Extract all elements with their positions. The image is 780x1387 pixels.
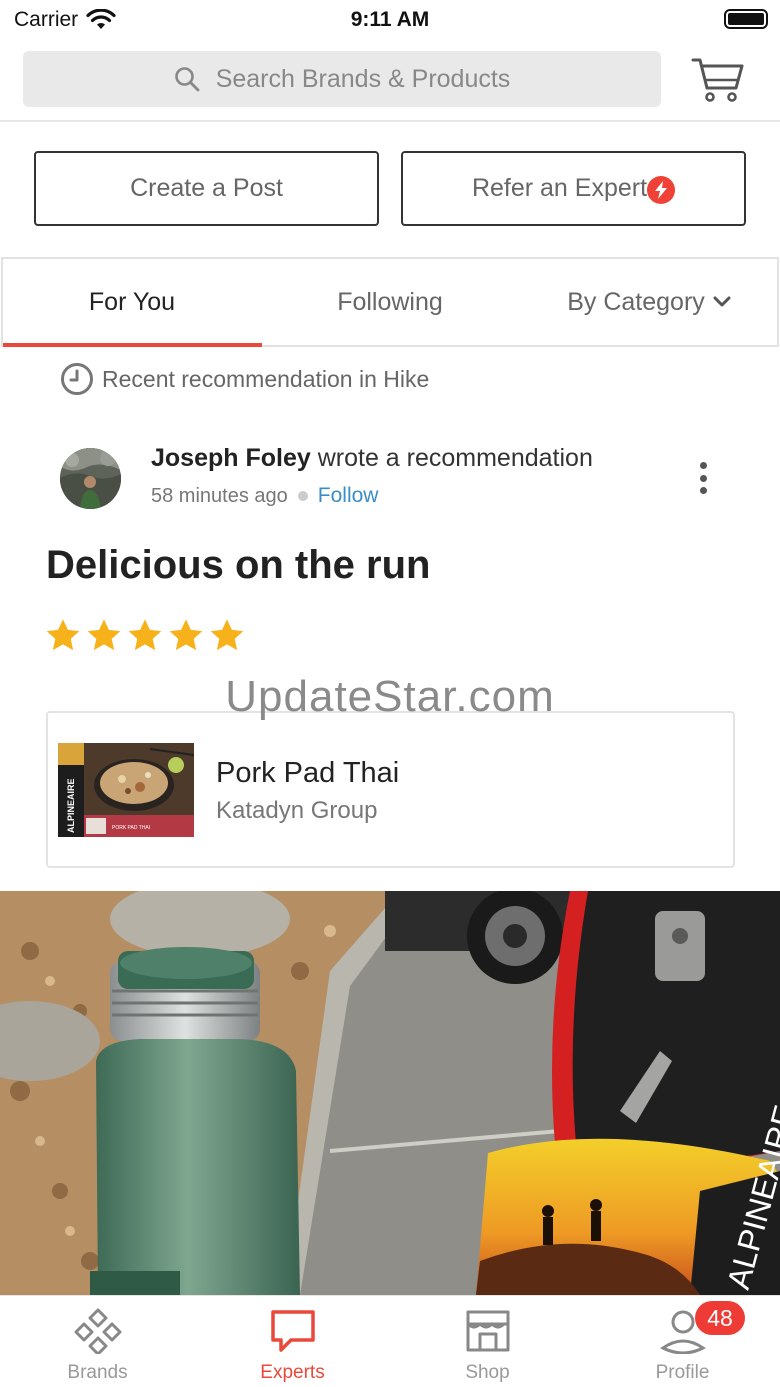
- tabbar-item-brands[interactable]: Brands: [0, 1296, 195, 1387]
- product-card[interactable]: ALPINEAIRE PORK PAD THAI Pork Pad Thai K…: [46, 711, 735, 868]
- tabbar-experts-label: Experts: [260, 1362, 325, 1383]
- tabbar-profile-label: Profile: [655, 1362, 710, 1383]
- tabbar-item-shop[interactable]: Shop: [390, 1296, 585, 1387]
- brands-icon: [74, 1308, 121, 1354]
- create-post-label: Create a Post: [130, 174, 283, 202]
- search-placeholder: Search Brands & Products: [215, 64, 511, 93]
- star-icon: [210, 619, 244, 651]
- post-photo[interactable]: ALPINEAIRE: [0, 891, 780, 1295]
- star-icon: [128, 619, 162, 651]
- svg-text:ALPINEAIRE: ALPINEAIRE: [66, 778, 76, 833]
- product-name: Pork Pad Thai: [216, 757, 400, 789]
- context-text: Recent recommendation in Hike: [102, 365, 430, 392]
- tab-by-category-label: By Category: [567, 287, 705, 316]
- bottom-tab-bar: Brands Experts Shop Profile 48: [0, 1295, 780, 1387]
- more-dots-icon: [699, 462, 707, 469]
- post-meta: 58 minutes ago Follow: [151, 484, 378, 508]
- status-bar: Carrier 9:11 AM: [0, 0, 780, 40]
- product-brand: Katadyn Group: [216, 797, 378, 824]
- feed-tabs: For You Following By Category: [1, 257, 779, 347]
- tabbar-item-profile[interactable]: Profile 48: [585, 1296, 780, 1387]
- clock-icon: [61, 363, 93, 395]
- notification-badge: 48: [695, 1301, 745, 1335]
- status-time: 9:11 AM: [350, 8, 430, 31]
- chevron-down-icon: [713, 296, 731, 307]
- tab-for-you[interactable]: For You: [3, 259, 261, 345]
- post-time: 58 minutes ago: [151, 484, 288, 507]
- author-name[interactable]: Joseph Foley: [151, 444, 311, 472]
- product-thumbnail: ALPINEAIRE PORK PAD THAI: [58, 743, 195, 837]
- rating-stars: [44, 617, 246, 655]
- search-bar[interactable]: Search Brands & Products: [23, 51, 661, 107]
- feed-context: Recent recommendation in Hike: [60, 362, 429, 396]
- star-icon: [87, 619, 121, 651]
- tab-following[interactable]: Following: [261, 259, 519, 345]
- create-post-button[interactable]: Create a Post: [34, 151, 379, 226]
- svg-text:PORK PAD THAI: PORK PAD THAI: [112, 825, 150, 831]
- tab-by-category[interactable]: By Category: [519, 259, 779, 345]
- header-divider: [0, 120, 780, 122]
- refer-expert-label: Refer an Expert: [471, 174, 648, 202]
- avatar[interactable]: [60, 448, 121, 509]
- refer-expert-button[interactable]: Refer an Expert: [401, 151, 746, 226]
- lightning-bolt-icon: [647, 175, 676, 204]
- cart-button[interactable]: [690, 54, 746, 106]
- battery-icon: [724, 9, 768, 29]
- storefront-icon: [466, 1310, 509, 1352]
- search-icon: [174, 67, 200, 92]
- post-action-text: wrote a recommendation: [317, 444, 593, 472]
- tab-for-you-label: For You: [88, 287, 176, 316]
- separator-dot: [297, 491, 308, 501]
- more-options-button[interactable]: [690, 458, 716, 498]
- tabbar-item-experts[interactable]: Experts: [195, 1296, 390, 1387]
- post-title: Delicious on the run: [46, 543, 431, 587]
- chat-bubble-icon: [270, 1310, 315, 1352]
- follow-button[interactable]: Follow: [318, 484, 379, 508]
- tab-following-label: Following: [337, 287, 443, 316]
- watermark: UpdateStar.com: [225, 672, 555, 721]
- cart-icon: [691, 58, 744, 102]
- star-icon: [169, 619, 203, 651]
- post-author-line: Joseph Foley wrote a recommendation: [151, 444, 593, 473]
- active-tab-indicator: [3, 343, 262, 347]
- tabbar-shop-label: Shop: [465, 1362, 510, 1383]
- tabbar-brands-label: Brands: [67, 1362, 128, 1383]
- star-icon: [46, 619, 80, 651]
